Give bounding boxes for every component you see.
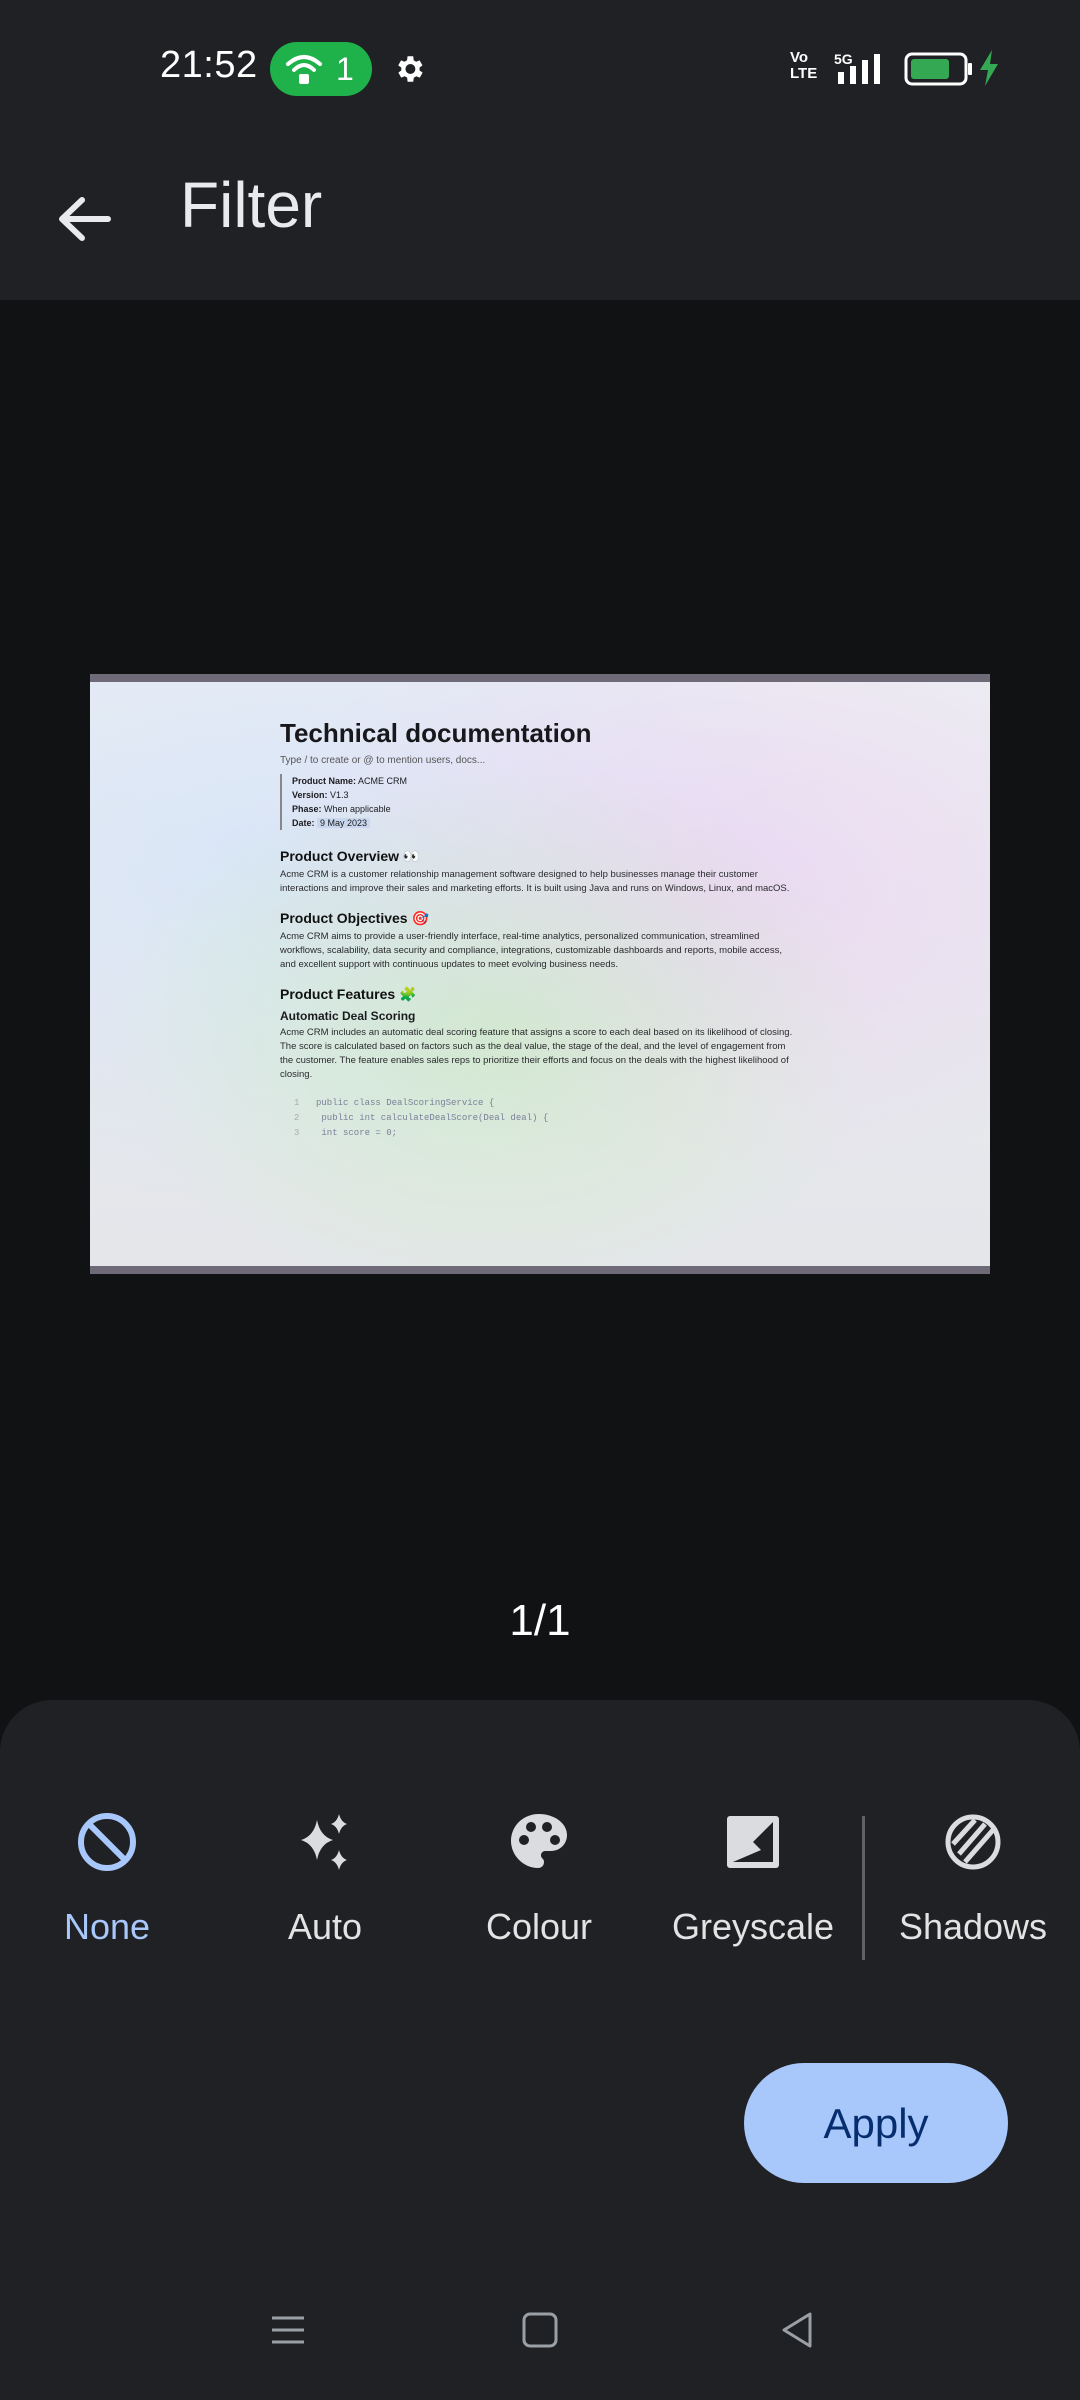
section-body: Acme CRM includes an automatic deal scor… — [280, 1027, 793, 1080]
menu-icon[interactable] — [258, 2300, 318, 2360]
hotspot-icon — [286, 55, 322, 84]
palette-icon — [511, 1814, 567, 1868]
hotspot-count: 1 — [336, 51, 354, 87]
section-heading: Product Overview 👀 — [280, 848, 421, 864]
greyscale-icon — [727, 1816, 779, 1868]
meta-value: ACME CRM — [358, 776, 408, 786]
doc-title: Technical documentation — [280, 718, 592, 748]
page-title: Filter — [180, 169, 323, 241]
filter-label: Auto — [287, 1906, 363, 1947]
code-line: 2 public int calculateDealScore(Deal dea… — [294, 1113, 549, 1123]
filter-label: Shadows — [898, 1906, 1048, 1947]
doc-hint: Type / to create or @ to mention users, … — [280, 755, 486, 766]
charging-icon — [980, 50, 998, 86]
battery-icon — [904, 52, 972, 86]
doc-metadata: Product Name: ACME CRM Version: V1.3 Pha… — [280, 774, 800, 830]
svg-text:5G: 5G — [834, 51, 853, 67]
filter-auto[interactable]: Auto — [220, 1810, 430, 1960]
section-subheading: Automatic Deal Scoring — [280, 1009, 416, 1023]
volte-indicator: Vo LTE — [790, 49, 818, 82]
filter-shadows[interactable]: Shadows — [868, 1810, 1078, 1960]
status-bar: 21:52 1 Vo LTE 5G — [0, 0, 1080, 130]
scan-preview-area: Technical documentation Type / to create… — [0, 300, 1080, 1700]
block-icon — [78, 1813, 136, 1871]
meta-label: Product Name: — [292, 776, 357, 786]
date-chip: 9 May 2023 — [317, 818, 371, 828]
section-heading: Product Objectives 🎯 — [280, 910, 429, 926]
section-heading: Product Features 🧩 — [280, 986, 417, 1002]
filter-options: None Auto Colour Greyscale Shadows — [0, 1810, 1080, 1960]
code-line: 1 public class DealScoringService { — [294, 1098, 495, 1108]
code-line: 3 int score = 0; — [294, 1128, 398, 1138]
back-arrow-icon[interactable] — [40, 174, 130, 264]
filter-greyscale[interactable]: Greyscale — [648, 1810, 858, 1960]
meta-value: When applicable — [324, 804, 391, 814]
apply-button[interactable]: Apply — [744, 2063, 1008, 2183]
filter-label: Greyscale — [671, 1906, 835, 1947]
hotspot-indicator[interactable]: 1 — [270, 42, 372, 96]
filter-none[interactable]: None — [2, 1810, 212, 1960]
sparkle-icon — [301, 1814, 347, 1870]
filter-colour[interactable]: Colour — [434, 1810, 644, 1960]
system-nav-bar — [0, 2250, 1080, 2400]
filter-label: None — [63, 1906, 151, 1947]
settings-gear-icon — [398, 56, 423, 82]
home-icon[interactable] — [510, 2300, 570, 2360]
code-block: 1 public class DealScoringService { 2 pub… — [294, 1096, 800, 1141]
filter-divider — [862, 1816, 865, 1960]
status-time: 21:52 — [160, 44, 258, 86]
filter-label: Colour — [485, 1906, 593, 1947]
document-content: Technical documentation Type / to create… — [280, 718, 800, 1141]
meta-label: Date: — [292, 818, 315, 828]
page-counter: 1/1 — [509, 1596, 571, 1645]
top-app-bar: Filter — [0, 130, 1080, 300]
section-body: Acme CRM aims to provide a user-friendly… — [280, 931, 782, 970]
signal-5g-icon: 5G — [834, 51, 880, 84]
shadows-icon — [945, 1814, 1001, 1870]
meta-label: Version: — [292, 790, 328, 800]
back-nav-icon[interactable] — [768, 2300, 828, 2360]
document-photo[interactable]: Technical documentation Type / to create… — [90, 674, 990, 1274]
meta-value: V1.3 — [330, 790, 349, 800]
section-body: Acme CRM is a customer relationship mana… — [280, 869, 790, 894]
meta-label: Phase: — [292, 804, 322, 814]
